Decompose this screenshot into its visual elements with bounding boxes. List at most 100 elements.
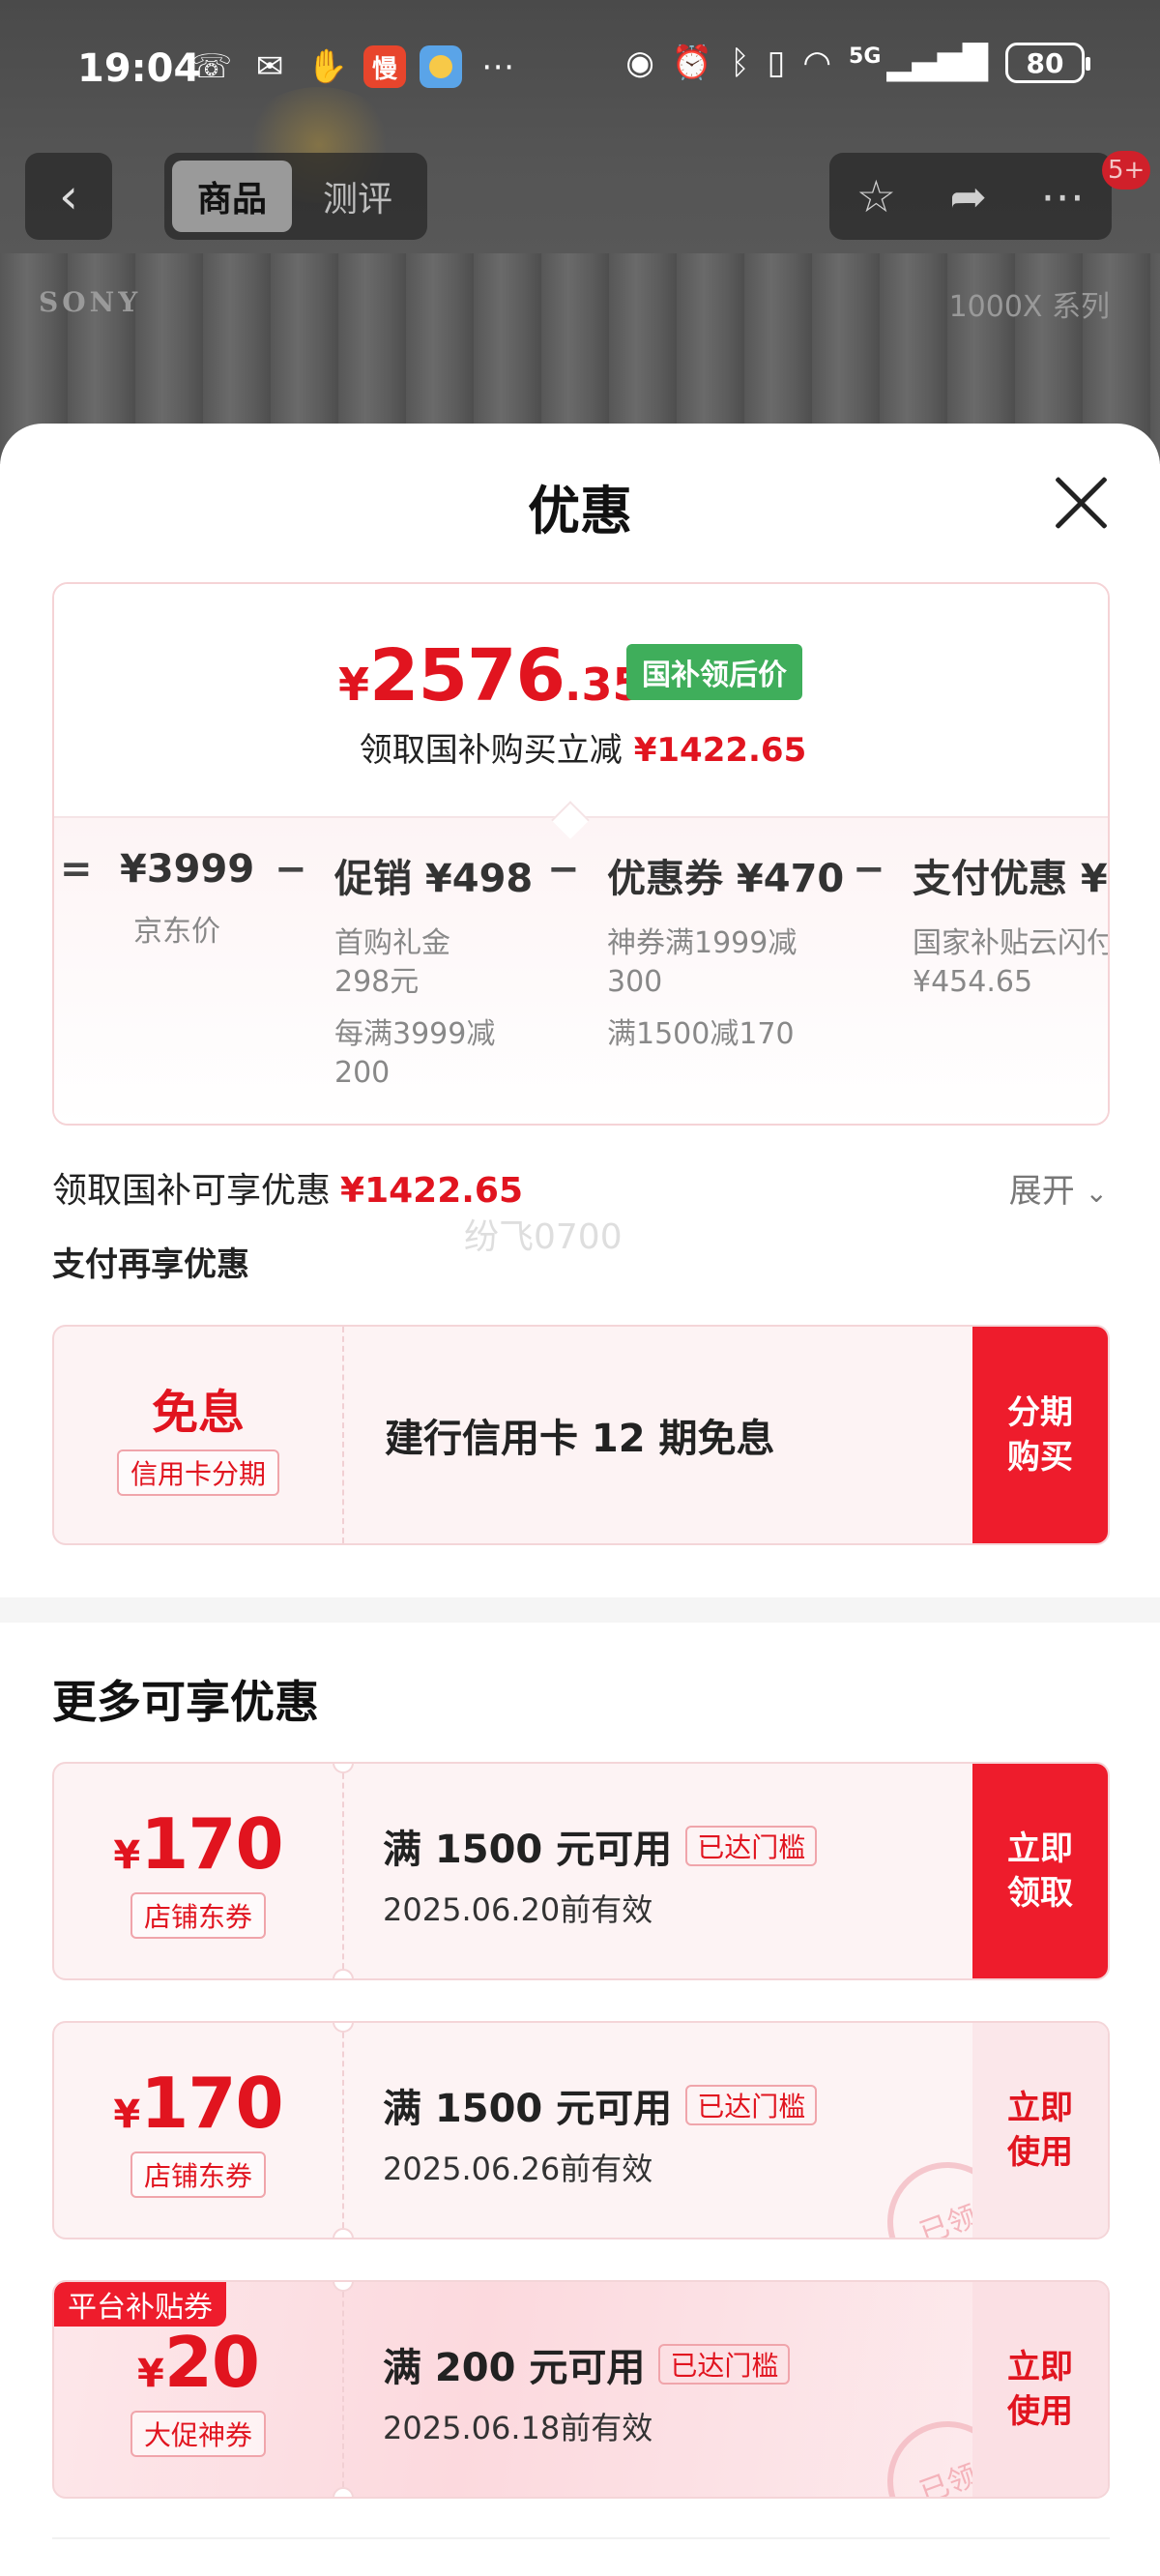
- slow-app-icon: 慢: [363, 45, 406, 88]
- status-bar: 19:04 ☏ ✉ ✋ 慢 ⋯ ◉ ⏰ ᛒ ▯ ◠ 5G ▂▄▆█ 80: [0, 0, 1160, 145]
- action-line: 立即: [1007, 1830, 1073, 1868]
- gesture-icon: ✋: [306, 47, 349, 86]
- subsidy-text: 领取国补购买立减: [359, 731, 623, 770]
- coupon-type-tag: 大促神券: [130, 2411, 266, 2457]
- more-offers-title: 更多可享优惠: [52, 1676, 319, 1728]
- coupon-condition: 满 1500 元可用 已达门槛: [383, 2077, 818, 2133]
- installment-card[interactable]: 免息 信用卡分期 建行信用卡 12 期免息 分期 购买: [52, 1325, 1110, 1545]
- breakdown-line: 200: [334, 1056, 391, 1090]
- breakdown-coupon: 优惠券 ¥470 神券满1999减 300 满1500减170: [607, 847, 844, 1054]
- coupon-divider: [342, 2282, 344, 2497]
- series-label: 1000X 系列: [948, 290, 1110, 324]
- breakdown-line: ¥454.65: [913, 965, 1033, 999]
- equals-sign: =: [60, 847, 93, 892]
- subsidy-summary-text: 领取国补可享优惠: [52, 1171, 332, 1211]
- price-header: ¥ 2576 .35 国补领后价 领取国补购买立减 ¥1422.65: [54, 584, 1108, 816]
- coupon-value: 170: [140, 2063, 283, 2144]
- expand-label: 展开: [1008, 1172, 1075, 1211]
- share-icon[interactable]: ➦: [949, 170, 987, 222]
- minus-sign: −: [275, 847, 307, 892]
- installment-left: 免息 信用卡分期: [54, 1327, 342, 1543]
- notification-icons: ☏ ✉ ✋ 慢 ⋯: [189, 44, 520, 89]
- discount-sheet: 优惠 ¥ 2576 .35 国补领后价 领取国补购买立减 ¥1422.65 = ¥…: [0, 424, 1160, 2576]
- product-nav: ‹ 商品 测评 ☆ ➦ ⋯: [0, 153, 1160, 242]
- tab-review[interactable]: 测评: [298, 161, 418, 232]
- minus-sign: −: [547, 847, 580, 892]
- breakdown-line: 首购礼金: [334, 926, 450, 960]
- coupon-condition-text: 满 200 元可用: [383, 2346, 646, 2390]
- final-price: ¥ 2576 .35: [338, 634, 643, 717]
- coupon-card[interactable]: 平台补贴券 ¥20 大促神券 满 200 元可用 已达门槛 2025.06.18…: [52, 2280, 1110, 2499]
- back-button[interactable]: ‹: [25, 153, 112, 240]
- subsidy-price-badge: 国补领后价: [626, 644, 802, 700]
- vibrate-icon: ▯: [767, 44, 786, 82]
- coupon-info: 满 200 元可用 已达门槛 2025.06.18前有效: [383, 2336, 791, 2448]
- chevron-down-icon: ⌄: [1085, 1177, 1108, 1209]
- subsidy-amount: ¥1422.65: [633, 731, 807, 770]
- coupon-amount-area: ¥170 店铺东券: [54, 2023, 342, 2238]
- installment-text: 建行信用卡 12 期免息: [385, 1417, 775, 1461]
- more-icon[interactable]: ⋯: [1040, 170, 1085, 222]
- interest-free-label: 免息: [151, 1386, 245, 1440]
- coupon-info: 满 1500 元可用 已达门槛 2025.06.26前有效: [383, 2077, 818, 2189]
- coupon-condition: 满 200 元可用 已达门槛: [383, 2336, 791, 2392]
- payment-offers-title: 支付再享优惠: [52, 1245, 249, 1284]
- coupon-card[interactable]: ¥170 店铺东券 满 1500 元可用 已达门槛 2025.06.20前有效 …: [52, 1762, 1110, 1980]
- breakdown-line: 298元: [334, 965, 420, 999]
- coupon-info: 满 1500 元可用 已达门槛 2025.06.20前有效: [383, 1818, 818, 1930]
- message-badge: 5+: [1102, 151, 1151, 190]
- battery-icon: 80: [1005, 43, 1090, 83]
- threshold-reached-badge: 已达门槛: [685, 2085, 818, 2125]
- coupon-notch: [333, 1969, 354, 1978]
- coupon-value: 20: [163, 2322, 260, 2403]
- breakdown-line: 京东价: [133, 915, 220, 949]
- use-coupon-button[interactable]: 立即 使用: [972, 2282, 1108, 2497]
- coupon-notch: [333, 2228, 354, 2238]
- action-line: 使用: [1007, 2392, 1073, 2431]
- installment-buy-button[interactable]: 分期 购买: [972, 1327, 1108, 1543]
- coupon-condition: 满 1500 元可用 已达门槛: [383, 1818, 818, 1874]
- breakdown-line: 满1500减170: [607, 1017, 795, 1051]
- breakdown-title: 支付优惠 ¥4: [913, 857, 1108, 901]
- minus-sign: −: [853, 847, 885, 892]
- eye-icon: ◉: [625, 44, 654, 82]
- breakdown-desc: 神券满1999减 300 满1500减170: [607, 924, 844, 1054]
- tab-group: 商品 测评: [164, 153, 427, 240]
- subsidy-summary: 领取国补可享优惠 ¥1422.65: [52, 1162, 523, 1213]
- action-line: 购买: [1007, 1438, 1073, 1477]
- price-currency: ¥: [338, 659, 370, 711]
- star-icon[interactable]: ☆: [856, 170, 896, 222]
- threshold-reached-badge: 已达门槛: [658, 2344, 791, 2385]
- chevron-left-icon: ‹: [59, 168, 78, 224]
- coupon-amount: ¥170: [113, 2063, 283, 2144]
- more-dots-icon: ⋯: [481, 47, 514, 86]
- expand-button[interactable]: 展开 ⌄: [1009, 1164, 1108, 1212]
- coupon-validity: 2025.06.26前有效: [383, 2151, 653, 2187]
- close-icon[interactable]: [1050, 472, 1112, 534]
- weather-app-icon: [420, 45, 462, 88]
- action-line: 领取: [1007, 1874, 1073, 1913]
- coupon-currency: ¥: [113, 2093, 141, 2137]
- coupon-validity: 2025.06.18前有效: [383, 2410, 653, 2446]
- breakdown-desc: 国家补贴云闪付 ¥454.65: [913, 924, 1108, 1002]
- breakdown-jd-price: ¥3999 京东价: [120, 847, 254, 951]
- alarm-icon: ⏰: [671, 44, 713, 82]
- price-breakdown[interactable]: = ¥3999 京东价 − 促销 ¥498 首购礼金 298元 每满3999减 …: [54, 816, 1108, 1124]
- installment-tag: 信用卡分期: [116, 1449, 279, 1496]
- signal-icon: ▂▄▆█: [886, 44, 988, 82]
- network-label: 5G: [849, 44, 882, 69]
- bottom-divider: [52, 2537, 1110, 2539]
- subsidy-line: 领取国补购买立减 ¥1422.65: [54, 723, 1108, 771]
- breakdown-desc: 首购礼金 298元 每满3999减 200: [334, 924, 533, 1093]
- use-coupon-button[interactable]: 立即 使用: [972, 2023, 1108, 2238]
- breakdown-title: 优惠券 ¥470: [607, 857, 845, 901]
- claim-coupon-button[interactable]: 立即 领取: [972, 1764, 1108, 1978]
- status-time: 19:04: [77, 46, 201, 91]
- coupon-amount: ¥170: [113, 1803, 283, 1885]
- breakdown-desc: 京东价: [120, 913, 254, 951]
- missed-call-icon: ☏: [190, 47, 233, 86]
- tab-product[interactable]: 商品: [172, 161, 292, 232]
- coupon-card[interactable]: ¥170 店铺东券 满 1500 元可用 已达门槛 2025.06.26前有效 …: [52, 2021, 1110, 2239]
- coupon-divider: [342, 1327, 344, 1543]
- coupon-value: 170: [140, 1803, 283, 1885]
